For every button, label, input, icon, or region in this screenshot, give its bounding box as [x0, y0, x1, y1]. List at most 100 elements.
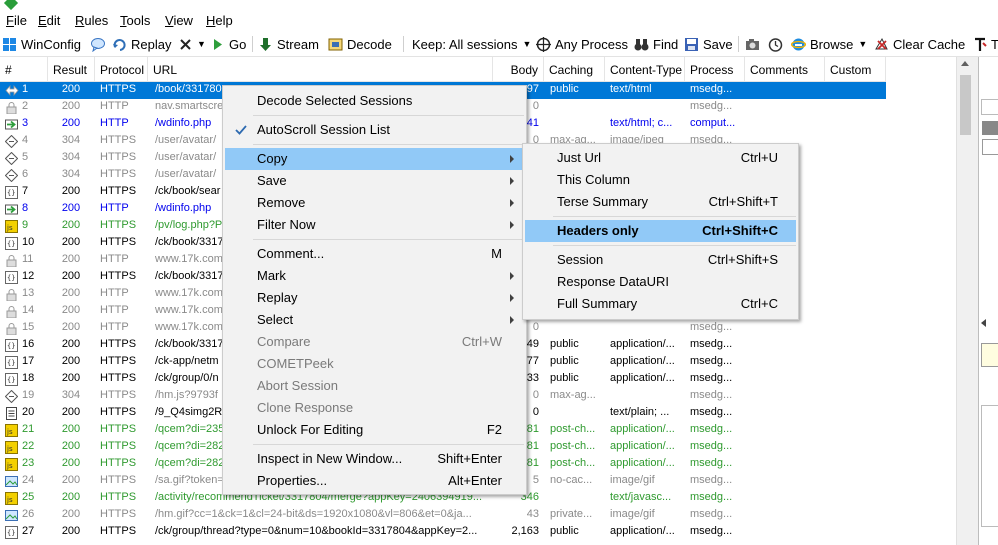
image-icon: [5, 509, 18, 522]
copy-session[interactable]: Session Ctrl+Shift+S: [525, 249, 796, 271]
scroll-up-icon[interactable]: [961, 61, 969, 66]
browse-button[interactable]: Browse ▼: [790, 35, 867, 53]
cell-result: 200: [61, 83, 81, 95]
menu-autoscroll[interactable]: AutoScroll Session List: [225, 119, 524, 141]
menu-remove[interactable]: Remove: [225, 192, 524, 214]
menu-replay[interactable]: Replay: [225, 287, 524, 309]
save-button[interactable]: Save: [684, 35, 733, 53]
screenshot-button[interactable]: [745, 35, 764, 53]
col-header-url[interactable]: URL: [148, 57, 493, 81]
lock-icon: [5, 322, 18, 336]
copy-full-summary[interactable]: Full Summary Ctrl+C: [525, 293, 796, 315]
copy-this-column[interactable]: This Column: [525, 169, 796, 191]
find-label: Find: [653, 36, 679, 52]
menu-view[interactable]: View: [165, 13, 193, 28]
row-number: 2: [22, 100, 29, 112]
menu-save[interactable]: Save: [225, 170, 524, 192]
json-icon: {}: [5, 526, 18, 539]
copy-response-datauri[interactable]: Response DataURI: [525, 271, 796, 293]
cell-protocol: HTTPS: [100, 355, 137, 367]
chevron-left-icon[interactable]: [981, 319, 986, 327]
menu-abort-session[interactable]: Abort Session: [225, 375, 524, 397]
cell-protocol: HTTPS: [100, 134, 137, 146]
cell-protocol: HTTPS: [100, 83, 137, 95]
text-wizard-button[interactable]: T: [973, 35, 998, 53]
session-list-scrollbar[interactable]: [956, 57, 974, 545]
find-button[interactable]: Find: [634, 35, 678, 53]
doc-icon: [5, 407, 18, 420]
menu-select[interactable]: Select: [225, 309, 524, 331]
menu-decode-selected[interactable]: Decode Selected Sessions: [225, 90, 524, 112]
winconfig-label: WinConfig: [21, 36, 81, 52]
col-header-comments[interactable]: Comments: [745, 57, 825, 81]
menu-cometpeek[interactable]: COMETPeek: [225, 353, 524, 375]
menu-file[interactable]: File: [6, 13, 27, 28]
copy-just-url[interactable]: Just Url Ctrl+U: [525, 147, 796, 169]
menu-item-label: Abort Session: [257, 378, 338, 393]
cell-protocol: HTTPS: [100, 219, 137, 231]
cell-caching: public: [550, 83, 579, 95]
menu-mark[interactable]: Mark: [225, 265, 524, 287]
windows-icon: [2, 37, 17, 52]
timer-button[interactable]: [768, 35, 787, 53]
menu-tools[interactable]: Tools: [120, 13, 150, 28]
menu-item-label: Mark: [257, 268, 286, 283]
cell-protocol: HTTPS: [100, 474, 137, 486]
col-header-result[interactable]: Result: [48, 57, 95, 81]
cell-protocol: HTTP: [100, 287, 129, 299]
copy-terse-summary[interactable]: Terse Summary Ctrl+Shift+T: [525, 191, 796, 213]
menu-properties[interactable]: Properties... Alt+Enter: [225, 470, 524, 492]
browse-label: Browse: [810, 36, 854, 52]
table-row[interactable]: {} 27 200 HTTPS/ck/group/thread?type=0&num=…: [0, 524, 886, 541]
remove-button[interactable]: ▼: [178, 35, 206, 53]
col-header-caching[interactable]: Caching: [544, 57, 605, 81]
menu-filter-now[interactable]: Filter Now: [225, 214, 524, 236]
cell-process: msedg...: [690, 474, 733, 486]
svg-text:js: js: [6, 224, 13, 232]
col-header-content-type[interactable]: Content-Type: [605, 57, 685, 81]
menu-unlock-editing[interactable]: Unlock For Editing F2: [225, 419, 524, 441]
menu-clone-response[interactable]: Clone Response: [225, 397, 524, 419]
stream-button[interactable]: Stream: [258, 35, 319, 53]
col-header-number[interactable]: #: [0, 57, 48, 81]
menu-item-label: Inspect in New Window...: [257, 451, 403, 466]
winconfig-button[interactable]: WinConfig: [2, 35, 81, 53]
shortcut-label: Ctrl+Shift+T: [708, 194, 778, 209]
copy-headers-only[interactable]: Headers only Ctrl+Shift+C: [525, 220, 796, 242]
menu-item-label: This Column: [557, 172, 630, 187]
comment-button[interactable]: [90, 35, 109, 53]
decode-button[interactable]: Decode: [328, 35, 392, 53]
title-bar: [0, 0, 998, 10]
cell-result: 200: [61, 202, 81, 214]
col-header-protocol[interactable]: Protocol: [95, 57, 148, 81]
col-header-custom[interactable]: Custom: [825, 57, 886, 81]
cell-process: msedg...: [690, 372, 733, 384]
any-process-button[interactable]: Any Process: [536, 35, 628, 53]
replay-icon: [112, 37, 127, 52]
keep-sessions-dropdown[interactable]: Keep: All sessions ▼: [412, 35, 531, 53]
menu-rules[interactable]: Rules: [75, 13, 108, 28]
inspector-tab[interactable]: [981, 99, 998, 115]
cell-result: 200: [61, 338, 81, 350]
scrollbar-thumb[interactable]: [960, 75, 971, 135]
menu-help[interactable]: Help: [206, 13, 233, 28]
go-button[interactable]: Go: [210, 35, 246, 53]
cell-caching: public: [550, 355, 579, 367]
row-number: 15: [22, 321, 35, 333]
row-number: 26: [22, 508, 35, 520]
menu-item-label: Full Summary: [557, 296, 638, 311]
col-header-process[interactable]: Process: [685, 57, 745, 81]
menu-edit[interactable]: Edit: [38, 13, 60, 28]
col-header-body[interactable]: Body: [493, 57, 544, 81]
menu-item-label: Select: [257, 312, 294, 327]
menu-comment[interactable]: Comment... M: [225, 243, 524, 265]
replay-button[interactable]: Replay: [112, 35, 171, 53]
menu-inspect-new-window[interactable]: Inspect in New Window... Shift+Enter: [225, 448, 524, 470]
clear-cache-button[interactable]: Clear Cache: [874, 35, 965, 53]
table-row[interactable]: 26 200 HTTPS/hm.gif?cc=1&ck=1&cl=24-bit&ds…: [0, 507, 886, 524]
cell-result: 200: [61, 491, 81, 503]
menu-compare[interactable]: Compare Ctrl+W: [225, 331, 524, 353]
cell-protocol: HTTPS: [100, 270, 137, 282]
menu-copy[interactable]: Copy: [225, 148, 524, 170]
menu-divider: [253, 115, 524, 116]
